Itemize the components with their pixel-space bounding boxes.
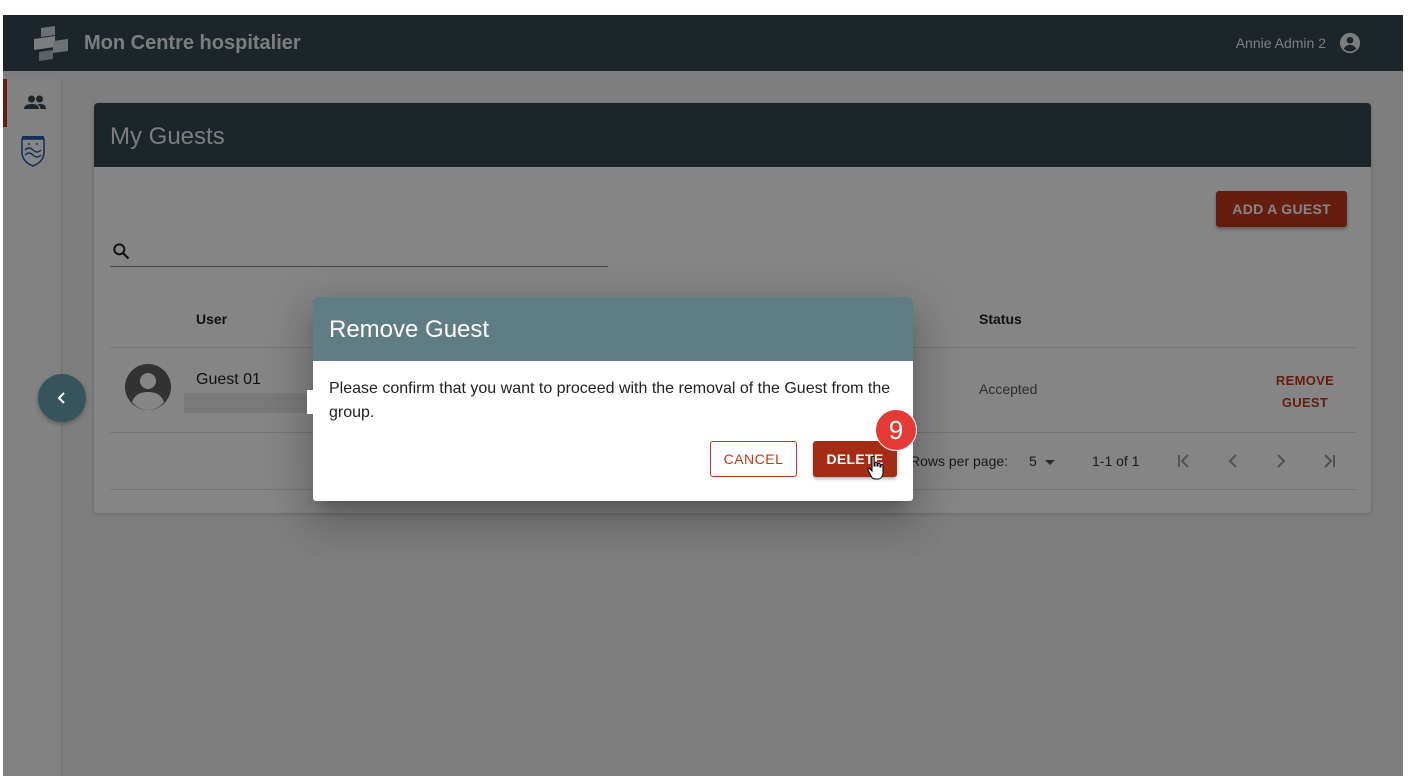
hand-pointer-icon [867, 455, 884, 480]
collapse-sidebar-button[interactable] [38, 374, 86, 422]
dialog-header: Remove Guest [313, 297, 913, 361]
step-number-badge: 9 [875, 409, 917, 451]
dialog-title: Remove Guest [329, 316, 490, 343]
redacted-field [307, 390, 313, 414]
remove-guest-dialog: Remove Guest Please confirm that you wan… [307, 297, 917, 501]
dialog-message: Please confirm that you want to proceed … [329, 380, 891, 421]
app-window: Mon Centre hospitalier Annie Admin 2 My … [3, 15, 1403, 776]
chevron-left-icon [57, 392, 65, 404]
cancel-button[interactable]: CANCEL [710, 441, 797, 477]
